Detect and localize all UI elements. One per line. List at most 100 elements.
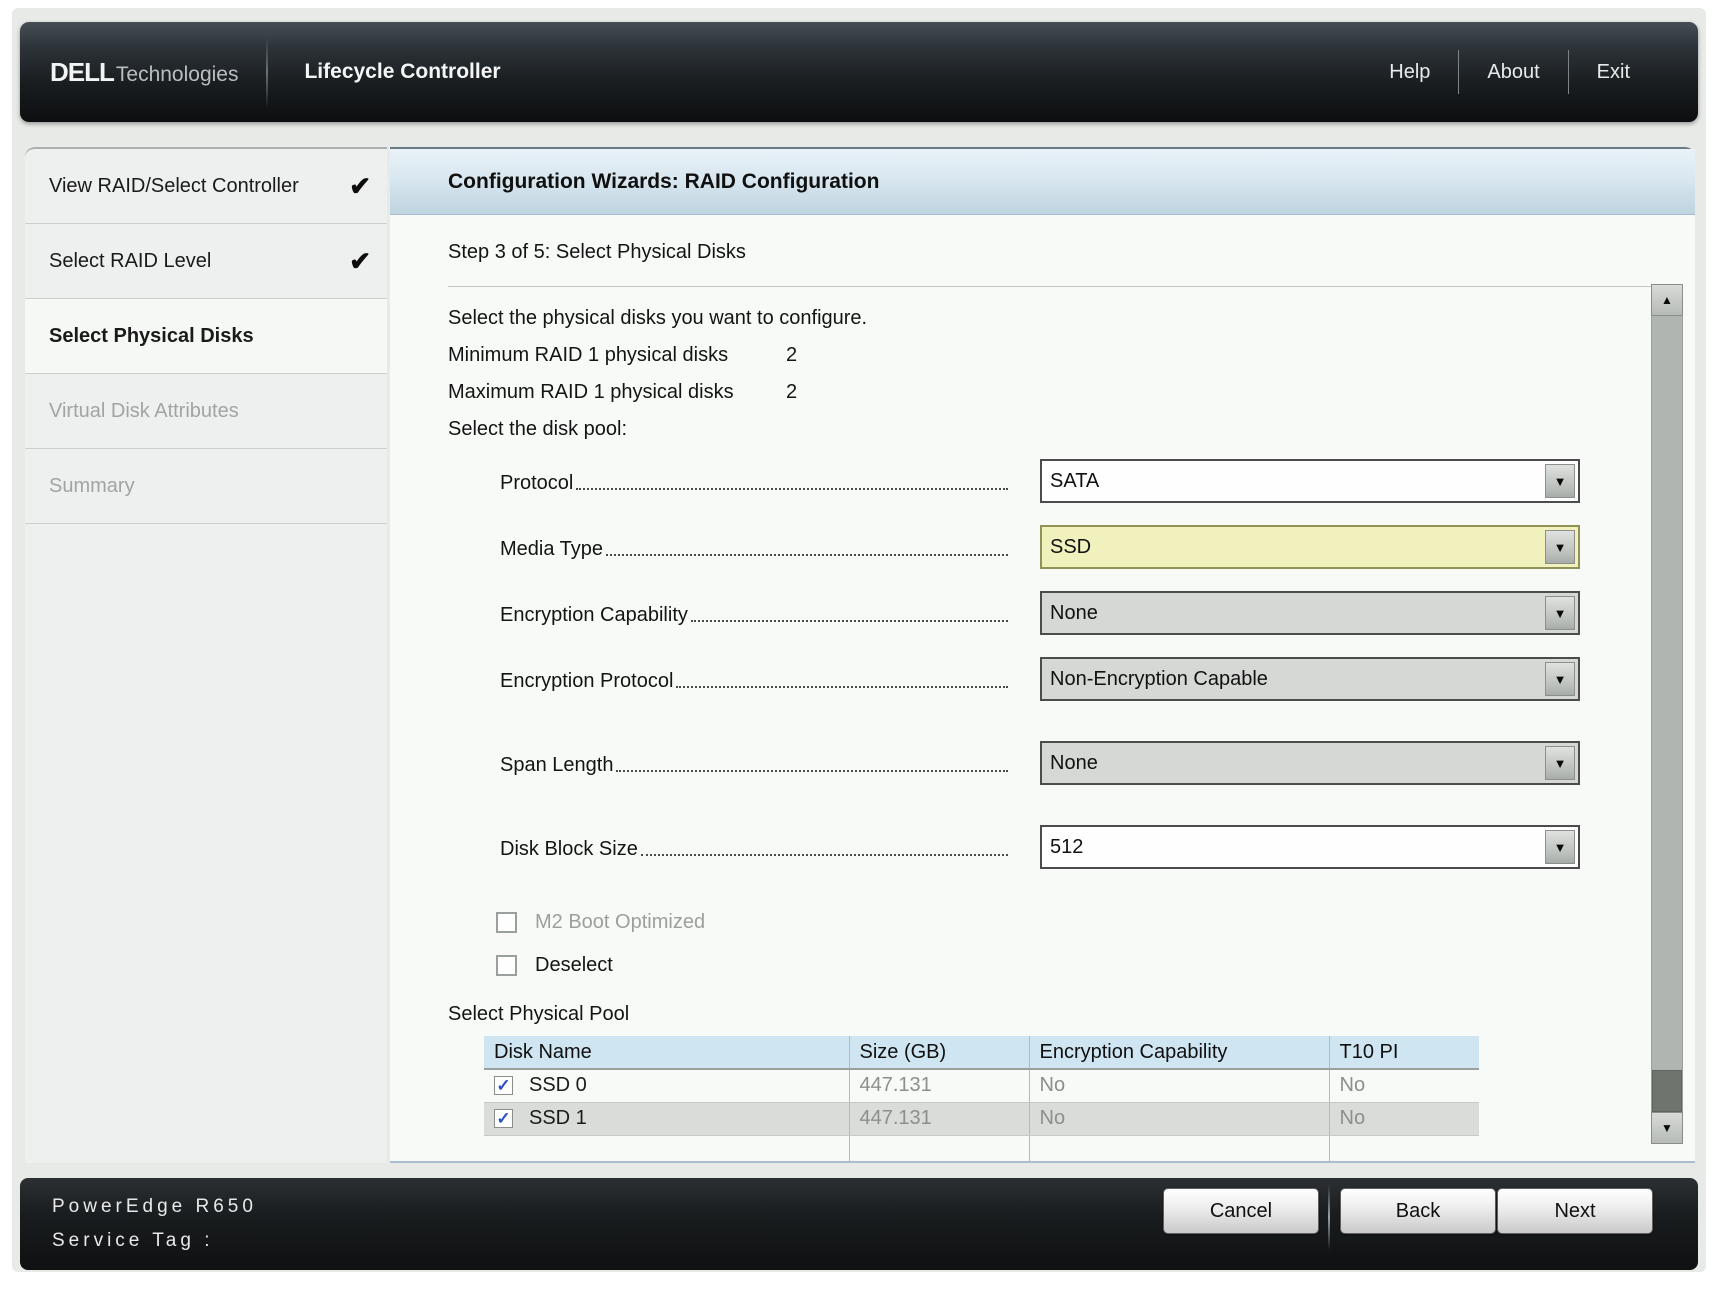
encryption-capability-value: None	[1050, 602, 1098, 625]
wizard-title-band: Configuration Wizards: RAID Configuratio…	[390, 149, 1695, 215]
sidebar-item-label: Summary	[49, 475, 135, 498]
top-menu: Help About Exit	[1361, 50, 1698, 94]
sidebar-item-label: Select Physical Disks	[49, 325, 254, 348]
dell-logo-suffix: Technologies	[116, 63, 239, 87]
deselect-label: Deselect	[535, 954, 613, 977]
disk-encryption: No	[1029, 1069, 1329, 1102]
span-length-label: Span Length	[500, 754, 613, 785]
sidebar-item-label: View RAID/Select Controller	[49, 175, 299, 198]
cancel-button[interactable]: Cancel	[1163, 1188, 1319, 1234]
dropdown-arrow-button[interactable]: ▼	[1545, 530, 1575, 564]
system-info: PowerEdge R650 Service Tag :	[52, 1190, 257, 1258]
min-disks-value: 2	[786, 344, 797, 367]
min-disks-row: Minimum RAID 1 physical disks 2	[448, 344, 1695, 367]
step-indicator: Step 3 of 5: Select Physical Disks	[390, 215, 1695, 264]
dropdown-arrow-button[interactable]: ▼	[1545, 830, 1575, 864]
chevron-down-icon: ▼	[1554, 541, 1567, 554]
column-header-encryption-capability: Encryption Capability	[1029, 1036, 1329, 1069]
protocol-field-row: Protocol SATA ▼	[500, 459, 1580, 503]
help-link[interactable]: Help	[1361, 53, 1458, 92]
span-length-value: None	[1050, 752, 1098, 775]
sidebar-item-label: Virtual Disk Attributes	[49, 400, 239, 423]
m2-boot-optimized-checkbox-row: M2 Boot Optimized	[496, 911, 1695, 934]
media-type-dropdown[interactable]: SSD ▼	[1040, 525, 1580, 569]
disk-row-checkbox[interactable]: ✓	[494, 1076, 513, 1095]
dotted-leader	[616, 770, 1008, 772]
top-bar: DELL Technologies Lifecycle Controller H…	[20, 22, 1698, 122]
topbar-divider	[266, 36, 268, 108]
system-model: PowerEdge R650	[52, 1190, 257, 1224]
disk-block-size-dropdown[interactable]: 512 ▼	[1040, 825, 1580, 869]
sidebar-item-view-raid-select-controller[interactable]: View RAID/Select Controller ✔	[25, 149, 387, 224]
page-title: Configuration Wizards: RAID Configuratio…	[448, 170, 879, 194]
about-link[interactable]: About	[1459, 53, 1567, 92]
dotted-leader	[606, 554, 1008, 556]
chevron-down-icon: ▼	[1554, 757, 1567, 770]
disk-t10pi: No	[1329, 1069, 1479, 1102]
dotted-leader	[641, 854, 1008, 856]
protocol-value: SATA	[1050, 470, 1099, 493]
dell-logo-text: DELL	[50, 57, 114, 88]
exit-link[interactable]: Exit	[1569, 53, 1658, 92]
disk-t10pi: No	[1329, 1102, 1479, 1135]
wizard-body: Select the physical disks you want to co…	[390, 287, 1695, 1161]
table-row: ✓ SSD 0 447.131 No No	[484, 1069, 1479, 1102]
wizard-steps-sidebar: View RAID/Select Controller ✔ Select RAI…	[25, 147, 387, 1163]
disk-block-size-label: Disk Block Size	[500, 838, 638, 869]
physical-disk-table: Disk Name Size (GB) Encryption Capabilit…	[484, 1036, 1479, 1161]
deselect-checkbox-row[interactable]: Deselect	[496, 954, 1695, 977]
encryption-capability-dropdown: None ▼	[1040, 591, 1580, 635]
dropdown-arrow-button: ▼	[1545, 596, 1575, 630]
encryption-capability-label: Encryption Capability	[500, 604, 688, 635]
sidebar-item-select-physical-disks[interactable]: Select Physical Disks	[25, 299, 387, 374]
disk-name: SSD 1	[529, 1107, 587, 1130]
next-button[interactable]: Next	[1497, 1188, 1653, 1234]
media-type-label: Media Type	[500, 538, 603, 569]
back-button[interactable]: Back	[1340, 1188, 1496, 1234]
span-length-field-row: Span Length None ▼	[500, 741, 1580, 785]
sidebar-item-select-raid-level[interactable]: Select RAID Level ✔	[25, 224, 387, 299]
encryption-protocol-value: Non-Encryption Capable	[1050, 668, 1268, 691]
scroll-up-button[interactable]: ▲	[1651, 284, 1683, 316]
protocol-dropdown[interactable]: SATA ▼	[1040, 459, 1580, 503]
column-header-size: Size (GB)	[849, 1036, 1029, 1069]
dropdown-arrow-button[interactable]: ▼	[1545, 464, 1575, 498]
span-length-dropdown: None ▼	[1040, 741, 1580, 785]
scroll-down-icon: ▼	[1661, 1121, 1673, 1135]
chevron-down-icon: ▼	[1554, 475, 1567, 488]
max-disks-label: Maximum RAID 1 physical disks	[448, 381, 786, 404]
m2-boot-optimized-label: M2 Boot Optimized	[535, 911, 705, 934]
table-row-empty	[484, 1135, 1479, 1161]
dotted-leader	[691, 620, 1008, 622]
footer-divider	[1328, 1184, 1330, 1250]
vertical-scrollbar[interactable]: ▲ ▼	[1651, 284, 1683, 1144]
scrollbar-thumb[interactable]	[1652, 1070, 1682, 1112]
lifecycle-controller-window: DELL Technologies Lifecycle Controller H…	[0, 0, 1718, 1290]
m2-boot-optimized-checkbox	[496, 912, 517, 933]
disk-size: 447.131	[849, 1069, 1029, 1102]
sidebar-item-summary: Summary	[25, 449, 387, 524]
encryption-capability-field-row: Encryption Capability None ▼	[500, 591, 1580, 635]
max-disks-row: Maximum RAID 1 physical disks 2	[448, 381, 1695, 404]
chevron-down-icon: ▼	[1554, 841, 1567, 854]
scroll-up-icon: ▲	[1661, 293, 1673, 307]
min-disks-label: Minimum RAID 1 physical disks	[448, 344, 786, 367]
disk-encryption: No	[1029, 1102, 1329, 1135]
step-complete-check-icon: ✔	[349, 173, 371, 199]
scrollbar-track[interactable]	[1651, 316, 1683, 1112]
disk-block-size-field-row: Disk Block Size 512 ▼	[500, 825, 1580, 869]
disk-row-checkbox[interactable]: ✓	[494, 1109, 513, 1128]
dotted-leader	[676, 686, 1008, 688]
scroll-down-button[interactable]: ▼	[1651, 1112, 1683, 1144]
encryption-protocol-label: Encryption Protocol	[500, 670, 673, 701]
disk-block-size-value: 512	[1050, 836, 1083, 859]
media-type-field-row: Media Type SSD ▼	[500, 525, 1580, 569]
instruction-text: Select the physical disks you want to co…	[448, 307, 1695, 330]
table-row: ✓ SSD 1 447.131 No No	[484, 1102, 1479, 1135]
deselect-checkbox[interactable]	[496, 955, 517, 976]
table-header-row: Disk Name Size (GB) Encryption Capabilit…	[484, 1036, 1479, 1069]
media-type-value: SSD	[1050, 536, 1091, 559]
chevron-down-icon: ▼	[1554, 607, 1567, 620]
disk-pool-prompt: Select the disk pool:	[448, 418, 1695, 441]
wizard-content-panel: Configuration Wizards: RAID Configuratio…	[390, 147, 1695, 1163]
